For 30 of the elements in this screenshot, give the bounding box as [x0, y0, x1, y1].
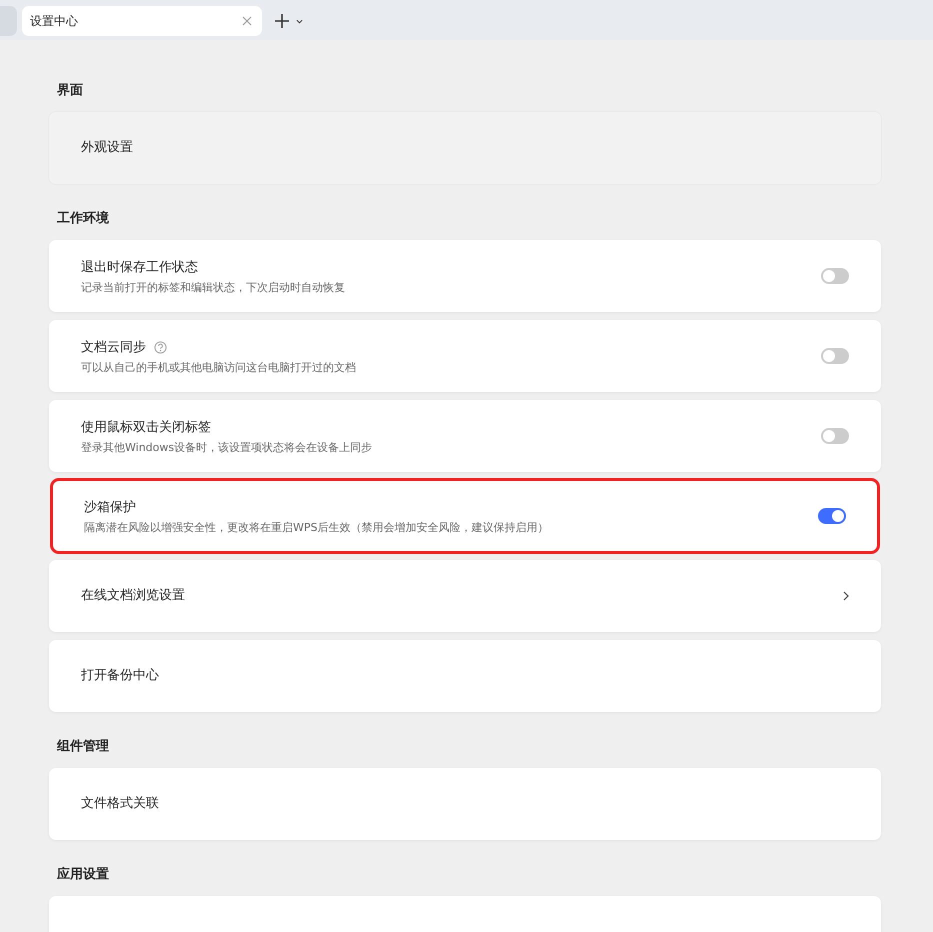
- setting-title: 沙箱保护: [84, 498, 136, 516]
- caret-icon[interactable]: [296, 18, 303, 24]
- section-title: 工作环境: [57, 210, 110, 228]
- setting-card[interactable]: 打开备份中心: [49, 640, 881, 712]
- help-icon[interactable]: [154, 341, 167, 354]
- setting-title: 退出时保存工作状态: [81, 258, 198, 276]
- setting-description: 记录当前打开的标签和编辑状态，下次启动时自动恢复: [81, 280, 346, 294]
- section-title: 应用设置: [57, 866, 110, 884]
- toggle-switch[interactable]: [821, 268, 849, 284]
- setting-card[interactable]: 外观设置: [49, 112, 881, 184]
- close-icon[interactable]: [242, 16, 252, 26]
- setting-title: 使用鼠标双击关闭标签: [81, 418, 211, 436]
- setting-title: 文档云同步: [81, 338, 146, 356]
- setting-title: 在线文档浏览设置: [81, 587, 185, 605]
- setting-title: 外观设置: [81, 139, 133, 157]
- setting-description: 可以从自己的手机或其他电脑访问这台电脑打开过的文档: [81, 360, 357, 374]
- toggle-switch[interactable]: [818, 508, 846, 524]
- setting-card[interactable]: 在线文档浏览设置: [49, 560, 881, 632]
- setting-description: 登录其他Windows设备时，该设置项状态将会在设备上同步: [81, 440, 374, 454]
- toggle-switch[interactable]: [821, 428, 849, 444]
- setting-description: 隔离潜在风险以增强安全性，更改将在重启WPS后生效（禁用会增加安全风险，建议保持启用）: [84, 520, 550, 534]
- plus-icon[interactable]: [275, 14, 289, 28]
- tab[interactable]: 设置中心: [22, 6, 262, 36]
- section-title: 组件管理: [57, 738, 110, 756]
- setting-title: 打开备份中心: [81, 667, 159, 685]
- setting-title: 文件格式关联: [81, 795, 159, 813]
- toggle-switch[interactable]: [821, 348, 849, 364]
- section-title: 界面: [57, 82, 84, 100]
- setting-card[interactable]: 文件格式关联: [49, 768, 881, 840]
- chevron-right-icon[interactable]: [843, 591, 849, 601]
